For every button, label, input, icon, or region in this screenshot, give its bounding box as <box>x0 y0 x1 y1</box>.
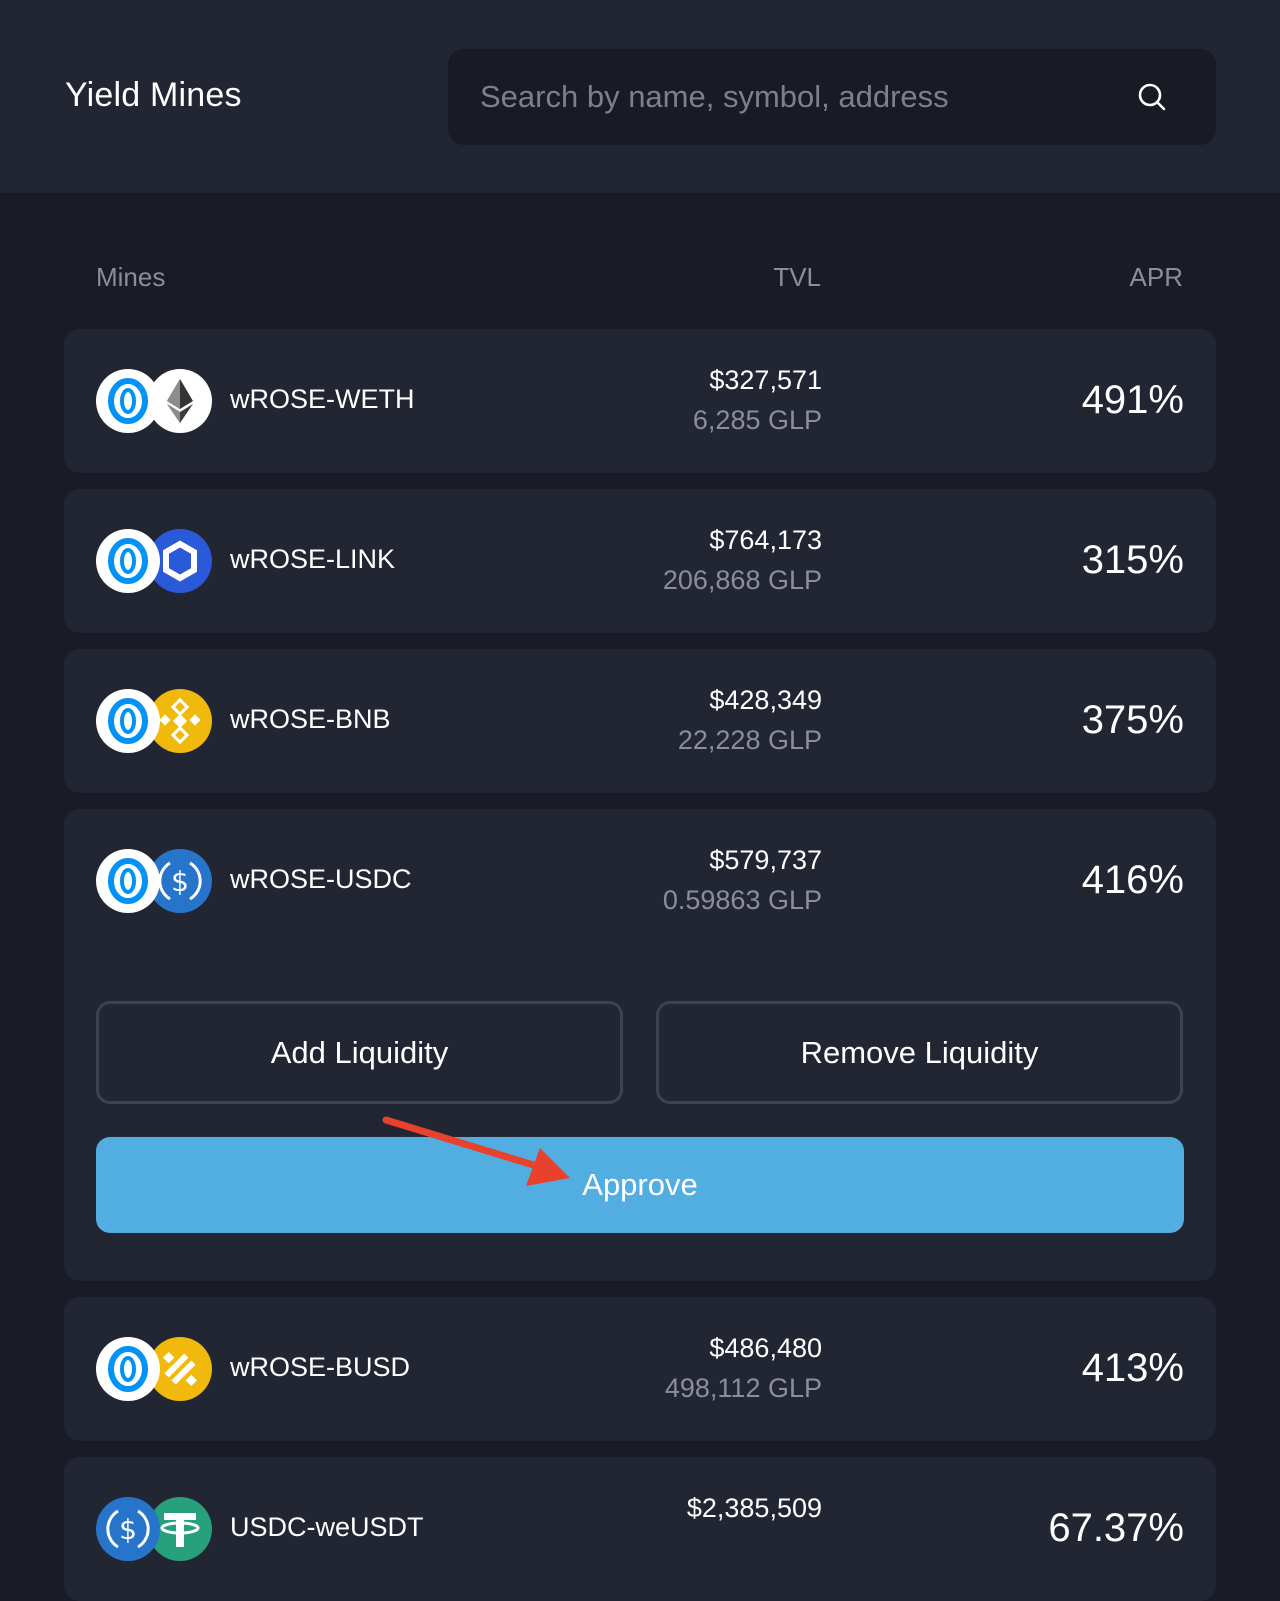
apr-value: 375% <box>1081 698 1184 742</box>
rose-icon <box>96 529 160 593</box>
token-pair <box>96 1337 214 1401</box>
token-pair <box>96 529 214 593</box>
column-header-tvl: TVL <box>773 262 821 292</box>
token-pair: $ <box>96 1497 214 1561</box>
tvl-glp: 206,868 GLP <box>662 565 822 595</box>
tvl-usd: $327,571 <box>709 365 822 395</box>
tvl-glp: 498,112 GLP <box>664 1373 822 1403</box>
rose-icon <box>96 689 160 753</box>
tvl-usd: $579,737 <box>709 845 822 875</box>
search-icon[interactable] <box>1136 81 1168 113</box>
tvl-usd: $428,349 <box>709 685 822 715</box>
search-input[interactable] <box>480 71 1120 123</box>
token-pair <box>96 689 214 753</box>
tvl-glp: 0.59863 GLP <box>662 885 822 915</box>
token-pair: $ <box>96 849 214 913</box>
apr-value: 416% <box>1081 858 1184 902</box>
header-bar: Yield Mines <box>0 0 1280 193</box>
mine-row-expanded[interactable]: $ wROSE-USDC $579,737 0.59863 GLP 416% A… <box>64 809 1216 1281</box>
tvl-glp: 6,285 GLP <box>692 405 822 435</box>
mine-row[interactable]: wROSE-LINK $764,173 206,868 GLP 315% <box>64 489 1216 633</box>
page-title: Yield Mines <box>65 76 242 114</box>
add-liquidity-button[interactable]: Add Liquidity <box>96 1001 623 1104</box>
pair-name: wROSE-USDC <box>230 864 412 894</box>
tvl-glp: 22,228 GLP <box>677 725 822 755</box>
rose-icon <box>96 369 160 433</box>
column-header-mines: Mines <box>96 262 166 292</box>
mine-row[interactable]: wROSE-WETH $327,571 6,285 GLP 491% <box>64 329 1216 473</box>
usdc-icon: $ <box>96 1497 160 1561</box>
remove-liquidity-button[interactable]: Remove Liquidity <box>656 1001 1183 1104</box>
pair-name: wROSE-LINK <box>230 544 396 574</box>
svg-text:$: $ <box>171 865 189 898</box>
tvl-usd: $486,480 <box>709 1333 822 1363</box>
column-header-apr: APR <box>1129 262 1183 292</box>
rose-icon <box>96 1337 160 1401</box>
apr-value: 315% <box>1081 538 1184 582</box>
approve-button[interactable]: Approve <box>96 1137 1184 1233</box>
mine-row[interactable]: wROSE-BNB $428,349 22,228 GLP 375% <box>64 649 1216 793</box>
pair-name: wROSE-BNB <box>230 704 391 734</box>
rose-icon <box>96 849 160 913</box>
mine-row[interactable]: wROSE-BUSD $486,480 498,112 GLP 413% <box>64 1297 1216 1441</box>
search-box[interactable] <box>448 49 1216 145</box>
mine-row[interactable]: $ USDC-weUSDT $2,385,509 67.37% <box>64 1457 1216 1601</box>
svg-text:$: $ <box>119 1513 137 1546</box>
apr-value: 491% <box>1081 378 1184 422</box>
apr-value: 67.37% <box>1048 1506 1184 1550</box>
pair-name: wROSE-BUSD <box>230 1352 411 1382</box>
pair-name: wROSE-WETH <box>230 384 415 414</box>
token-pair <box>96 369 214 433</box>
tvl-usd: $764,173 <box>709 525 822 555</box>
tvl-usd: $2,385,509 <box>686 1493 822 1523</box>
apr-value: 413% <box>1081 1346 1184 1390</box>
